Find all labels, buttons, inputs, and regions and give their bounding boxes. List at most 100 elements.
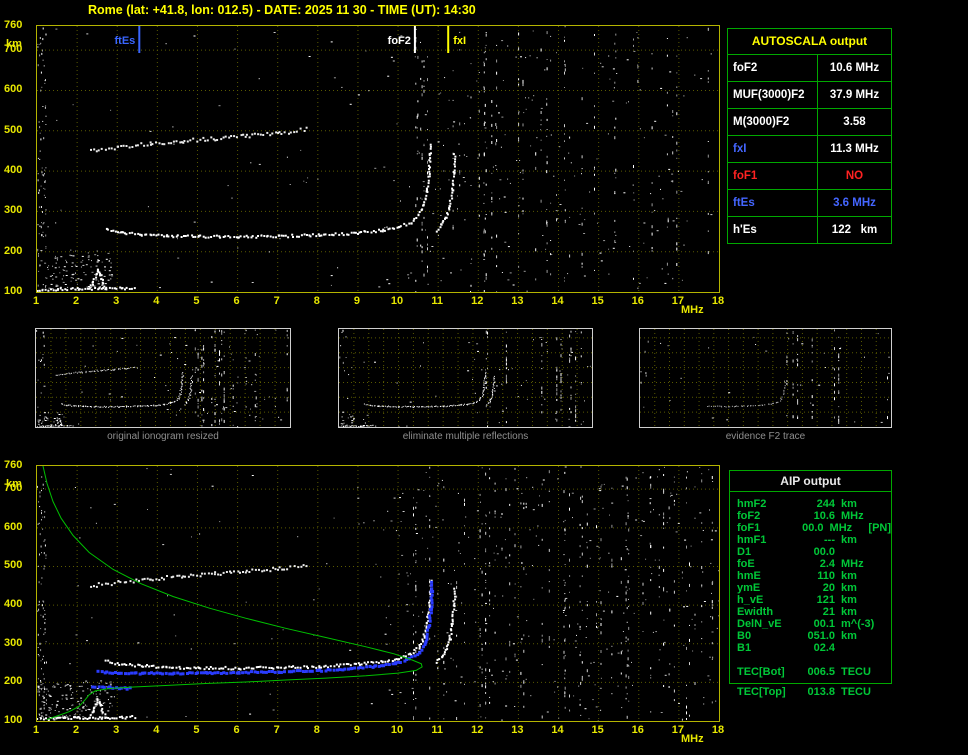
main-y-tick-label: 200 — [4, 245, 22, 257]
aip-param-value: 006.5 — [795, 666, 841, 678]
aip-param-value: 121 — [795, 594, 841, 606]
bottom-x-tick-label: 3 — [109, 724, 123, 736]
main-x-tick-label: 12 — [470, 295, 484, 307]
main-x-tick-label: 1 — [29, 295, 43, 307]
autoscala-param-label: h'Es — [728, 217, 818, 243]
aip-row: hmE110km — [737, 570, 891, 582]
autoscala-param-value: 10.6 MHz — [818, 55, 891, 81]
tec-bottom-row: TEC[Bot]006.5TECU — [737, 666, 891, 678]
thumbnail-caption-f2trace: evidence F2 trace — [639, 431, 892, 442]
autoscala-param-label: foF1 — [728, 163, 818, 189]
aip-row: h_vE121km — [737, 594, 891, 606]
aip-param-unit: km — [841, 534, 885, 546]
main-x-tick-label: 10 — [390, 295, 404, 307]
autoscala-row: foF1NO — [728, 162, 891, 189]
marker-label-ftEs: ftEs — [115, 35, 136, 47]
aip-param-value: 2.4 — [795, 558, 841, 570]
bottom-y-tick-label: 500 — [4, 559, 22, 571]
main-y-tick-label: 400 — [4, 164, 22, 176]
aip-param-name: h_vE — [737, 594, 795, 606]
aip-param-value: 00.1 — [795, 618, 841, 630]
aip-param-name: hmF2 — [737, 498, 795, 510]
bottom-x-tick-label: 18 — [711, 724, 725, 736]
bottom-y-tick-label: 200 — [4, 675, 22, 687]
autoscala-param-value: 11.3 MHz — [818, 136, 891, 162]
main-x-axis-unit: MHz — [681, 304, 704, 316]
aip-param-unit: MHz — [830, 522, 869, 534]
autoscala-row: fxI11.3 MHz — [728, 135, 891, 162]
aip-row: B0051.0km — [737, 630, 891, 642]
aip-param-name: D1 — [737, 546, 795, 558]
autoscala-param-label: M(3000)F2 — [728, 109, 818, 135]
tec-top-row: TEC[Top]013.8TECU — [737, 686, 885, 698]
aip-param-value: 02.4 — [795, 642, 841, 654]
autoscala-param-value: 3.6 MHz — [818, 190, 891, 216]
bottom-y-tick-label: 760 — [4, 459, 22, 471]
main-x-tick-label: 5 — [189, 295, 203, 307]
aip-param-value: 00.0 — [795, 546, 841, 558]
aip-param-unit: km — [841, 498, 885, 510]
aip-param-unit: TECU — [841, 666, 885, 678]
aip-param-unit: km — [841, 630, 885, 642]
aip-param-value: 051.0 — [795, 630, 841, 642]
marker-label-fxI: fxI — [453, 35, 466, 47]
profile-ionogram-plot — [36, 465, 720, 722]
main-x-tick-label: 11 — [430, 295, 444, 307]
aip-param-unit: TECU — [841, 686, 885, 698]
aip-param-value: 244 — [795, 498, 841, 510]
bottom-x-tick-label: 5 — [189, 724, 203, 736]
bottom-x-tick-label: 6 — [230, 724, 244, 736]
aip-table-rows: hmF2244kmfoF210.6MHzfoF100.0MHz[PN]hmF1-… — [730, 492, 891, 654]
aip-param-unit: km — [841, 606, 885, 618]
autoscala-row: ftEs3.6 MHz — [728, 189, 891, 216]
bottom-x-tick-label: 1 — [29, 724, 43, 736]
aip-param-name: TEC[Top] — [737, 686, 795, 698]
bottom-x-tick-label: 13 — [510, 724, 524, 736]
aip-param-unit: MHz — [841, 558, 885, 570]
bottom-y-axis-unit: km — [6, 478, 22, 490]
bottom-y-tick-label: 100 — [4, 714, 22, 726]
bottom-x-tick-label: 8 — [310, 724, 324, 736]
aip-param-name: foF1 — [737, 522, 788, 534]
autoscala-row: MUF(3000)F237.9 MHz — [728, 81, 891, 108]
bottom-x-tick-label: 16 — [631, 724, 645, 736]
aip-row: hmF1---km — [737, 534, 891, 546]
autoscala-param-value: 122 km — [818, 217, 891, 243]
main-ionogram-plot: ftEsfoF2fxI — [36, 25, 720, 293]
autoscala-param-label: foF2 — [728, 55, 818, 81]
autoscala-row: h'Es122 km — [728, 216, 891, 243]
autoscala-param-label: ftEs — [728, 190, 818, 216]
bottom-x-tick-label: 12 — [470, 724, 484, 736]
bottom-x-tick-label: 11 — [430, 724, 444, 736]
aip-param-name: foE — [737, 558, 795, 570]
main-x-tick-label: 6 — [230, 295, 244, 307]
aip-param-name: foF2 — [737, 510, 795, 522]
main-y-tick-label: 300 — [4, 204, 22, 216]
aip-output-table: AIP output hmF2244kmfoF210.6MHzfoF100.0M… — [729, 470, 892, 684]
aip-param-unit — [841, 642, 885, 654]
aip-param-name: DelN_vE — [737, 618, 795, 630]
aip-param-name: B1 — [737, 642, 795, 654]
main-y-tick-label: 100 — [4, 285, 22, 297]
aip-param-value: 013.8 — [795, 686, 841, 698]
aip-row: B102.4 — [737, 642, 891, 654]
aip-row: D100.0 — [737, 546, 891, 558]
autoscala-param-label: fxI — [728, 136, 818, 162]
bottom-x-tick-label: 7 — [270, 724, 284, 736]
autoscala-table-header: AUTOSCALA output — [728, 29, 891, 54]
main-x-tick-label: 8 — [310, 295, 324, 307]
main-x-tick-label: 4 — [149, 295, 163, 307]
main-y-tick-label: 500 — [4, 124, 22, 136]
bottom-x-tick-label: 10 — [390, 724, 404, 736]
bottom-x-tick-label: 14 — [551, 724, 565, 736]
aip-table-header: AIP output — [730, 471, 891, 492]
main-x-tick-label: 3 — [109, 295, 123, 307]
main-x-tick-label: 18 — [711, 295, 725, 307]
thumbnail-caption-reflections: eliminate multiple reflections — [338, 431, 593, 442]
aip-param-name: hmF1 — [737, 534, 795, 546]
main-x-tick-label: 7 — [270, 295, 284, 307]
aip-param-name: Ewidth — [737, 606, 795, 618]
aip-row: DelN_vE00.1m^(-3) — [737, 618, 891, 630]
main-x-tick-label: 2 — [69, 295, 83, 307]
station-date-title: Rome (lat: +41.8, lon: 012.5) - DATE: 20… — [88, 3, 476, 17]
